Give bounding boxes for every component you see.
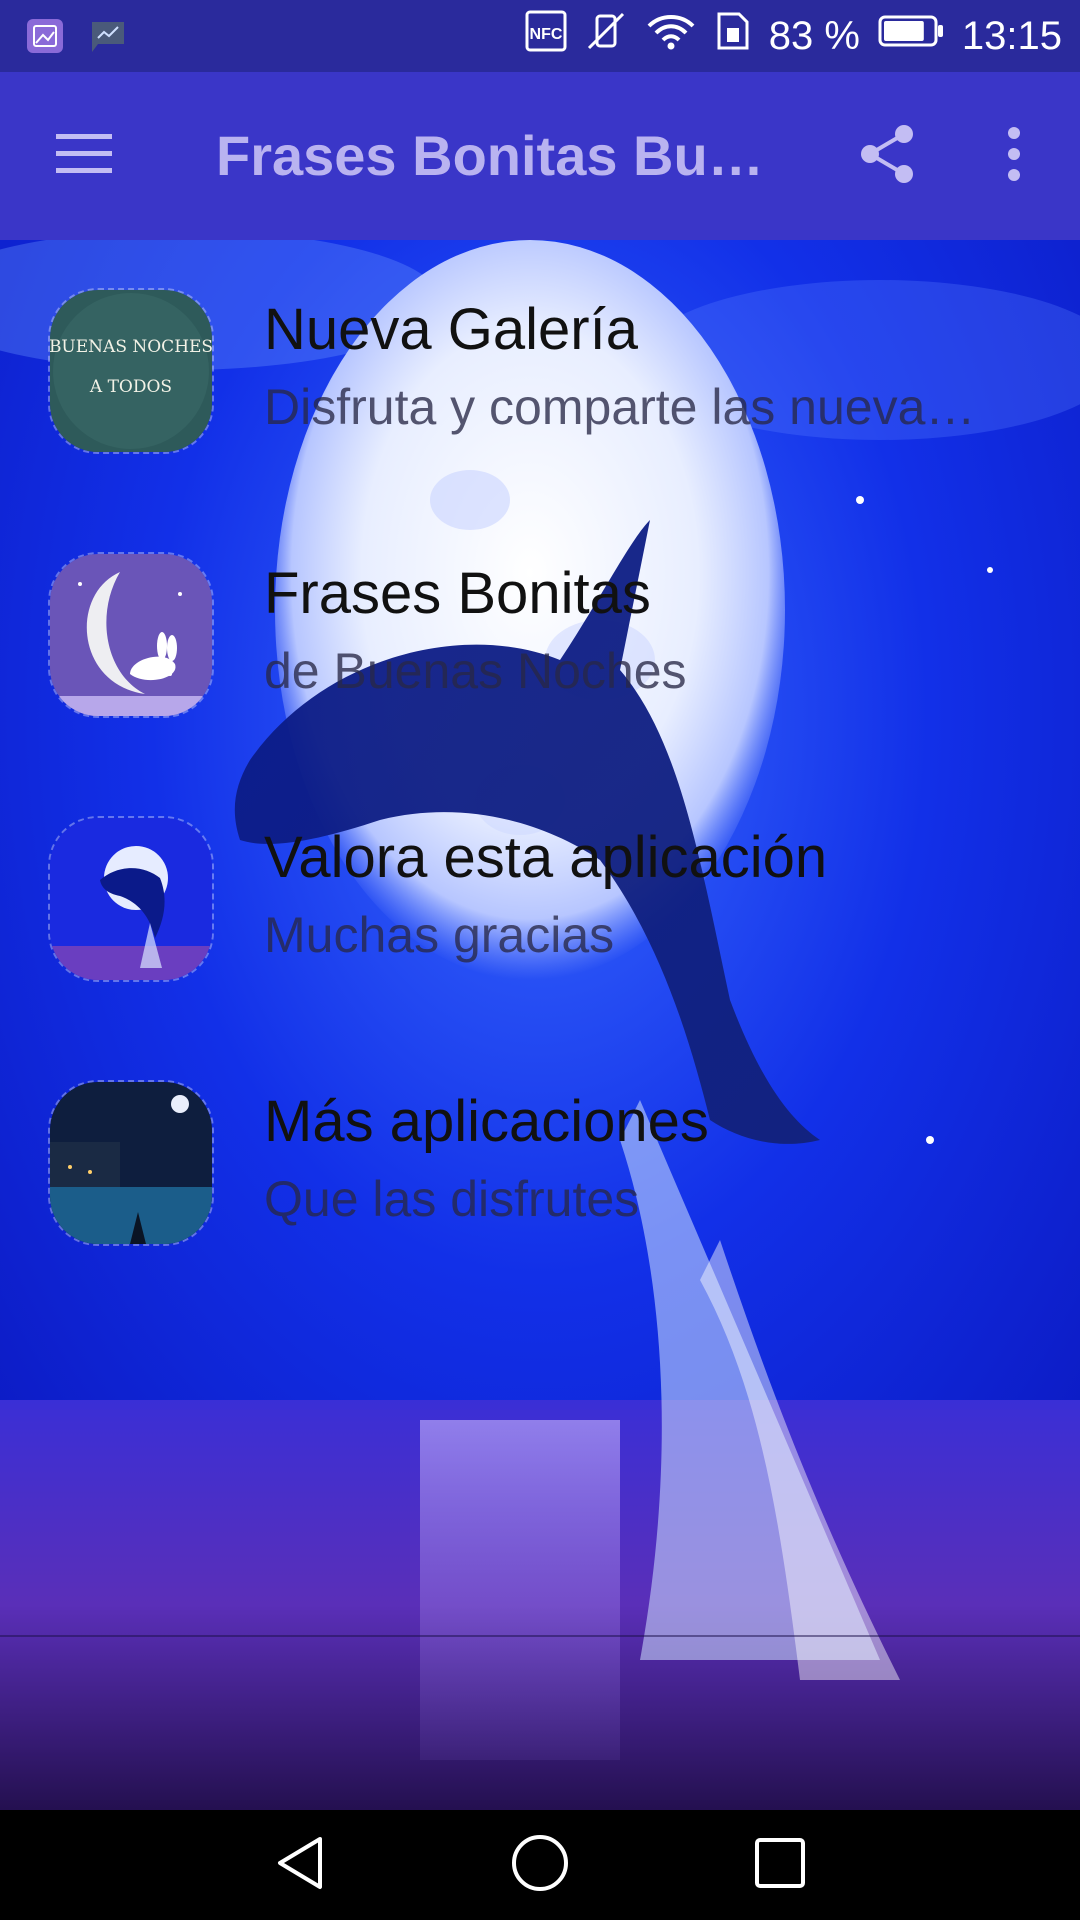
battery-icon (878, 13, 944, 59)
home-button[interactable] (470, 1810, 610, 1920)
app-bar: Frases Bonitas Bue… (0, 72, 1080, 240)
list-item-title: Más aplicaciones (264, 1089, 709, 1154)
list-item-valora[interactable]: Valora esta aplicación Muchas gracias (0, 768, 1080, 1032)
list-item-title: Nueva Galería (264, 297, 638, 362)
list-item-subtitle: Que las disfrutes (264, 1171, 640, 1227)
back-button[interactable] (230, 1810, 370, 1920)
clock: 13:15 (961, 13, 1062, 58)
list-item-title: Valora esta aplicación (264, 825, 828, 890)
good-night-card-thumbnail: BUENAS NOCHES A TODOS (48, 288, 214, 454)
menu-icon (54, 130, 114, 183)
menu-button[interactable] (24, 72, 144, 240)
share-button[interactable] (828, 72, 948, 240)
menu-list: BUENAS NOCHES A TODOS Nueva Galería Disf… (0, 240, 1080, 1296)
more-vert-icon (1004, 126, 1024, 187)
list-item-title: Frases Bonitas (264, 561, 651, 626)
moon-bunny-thumbnail (48, 552, 214, 718)
home-icon (510, 1833, 570, 1898)
system-icons: NFC 83 % 13:15 (525, 0, 1062, 72)
gallery-notification-icon (26, 18, 64, 59)
dolphin-moon-thumbnail (48, 816, 214, 982)
vibrate-off-icon (585, 10, 627, 62)
battery-percent: 83 % (768, 13, 860, 58)
status-bar: NFC 83 % 13:15 (0, 0, 1080, 72)
list-item-frases-bonitas[interactable]: Frases Bonitas de Buenas Noches (0, 504, 1080, 768)
notification-icons (26, 18, 126, 59)
night-harbor-thumbnail (48, 1080, 214, 1246)
recents-button[interactable] (710, 1810, 850, 1920)
share-icon (858, 122, 918, 191)
recents-icon (753, 1836, 807, 1895)
back-icon (272, 1833, 328, 1898)
sim-icon (715, 10, 751, 62)
thumb-text-line2: A TODOS (89, 377, 172, 397)
wifi-icon (645, 10, 697, 62)
nfc-label: NFC (529, 26, 562, 43)
list-item-subtitle: Disfruta y comparte las nueva… (264, 379, 976, 435)
nfc-icon: NFC (525, 10, 567, 62)
list-item-mas-aplicaciones[interactable]: Más aplicaciones Que las disfrutes (0, 1032, 1080, 1296)
list-item-nueva-galeria[interactable]: BUENAS NOCHES A TODOS Nueva Galería Disf… (0, 240, 1080, 504)
navigation-bar (0, 1810, 1080, 1920)
list-item-subtitle: Muchas gracias (264, 907, 615, 963)
more-options-button[interactable] (954, 72, 1074, 240)
screen: NFC 83 % 13:15 Frases Bonitas Bue… BUENA… (0, 0, 1080, 1920)
chart-notification-icon (90, 18, 126, 59)
app-title: Frases Bonitas Bue… (216, 124, 776, 187)
list-item-subtitle: de Buenas Noches (264, 643, 687, 699)
thumb-text-line1: BUENAS NOCHES (50, 337, 212, 357)
